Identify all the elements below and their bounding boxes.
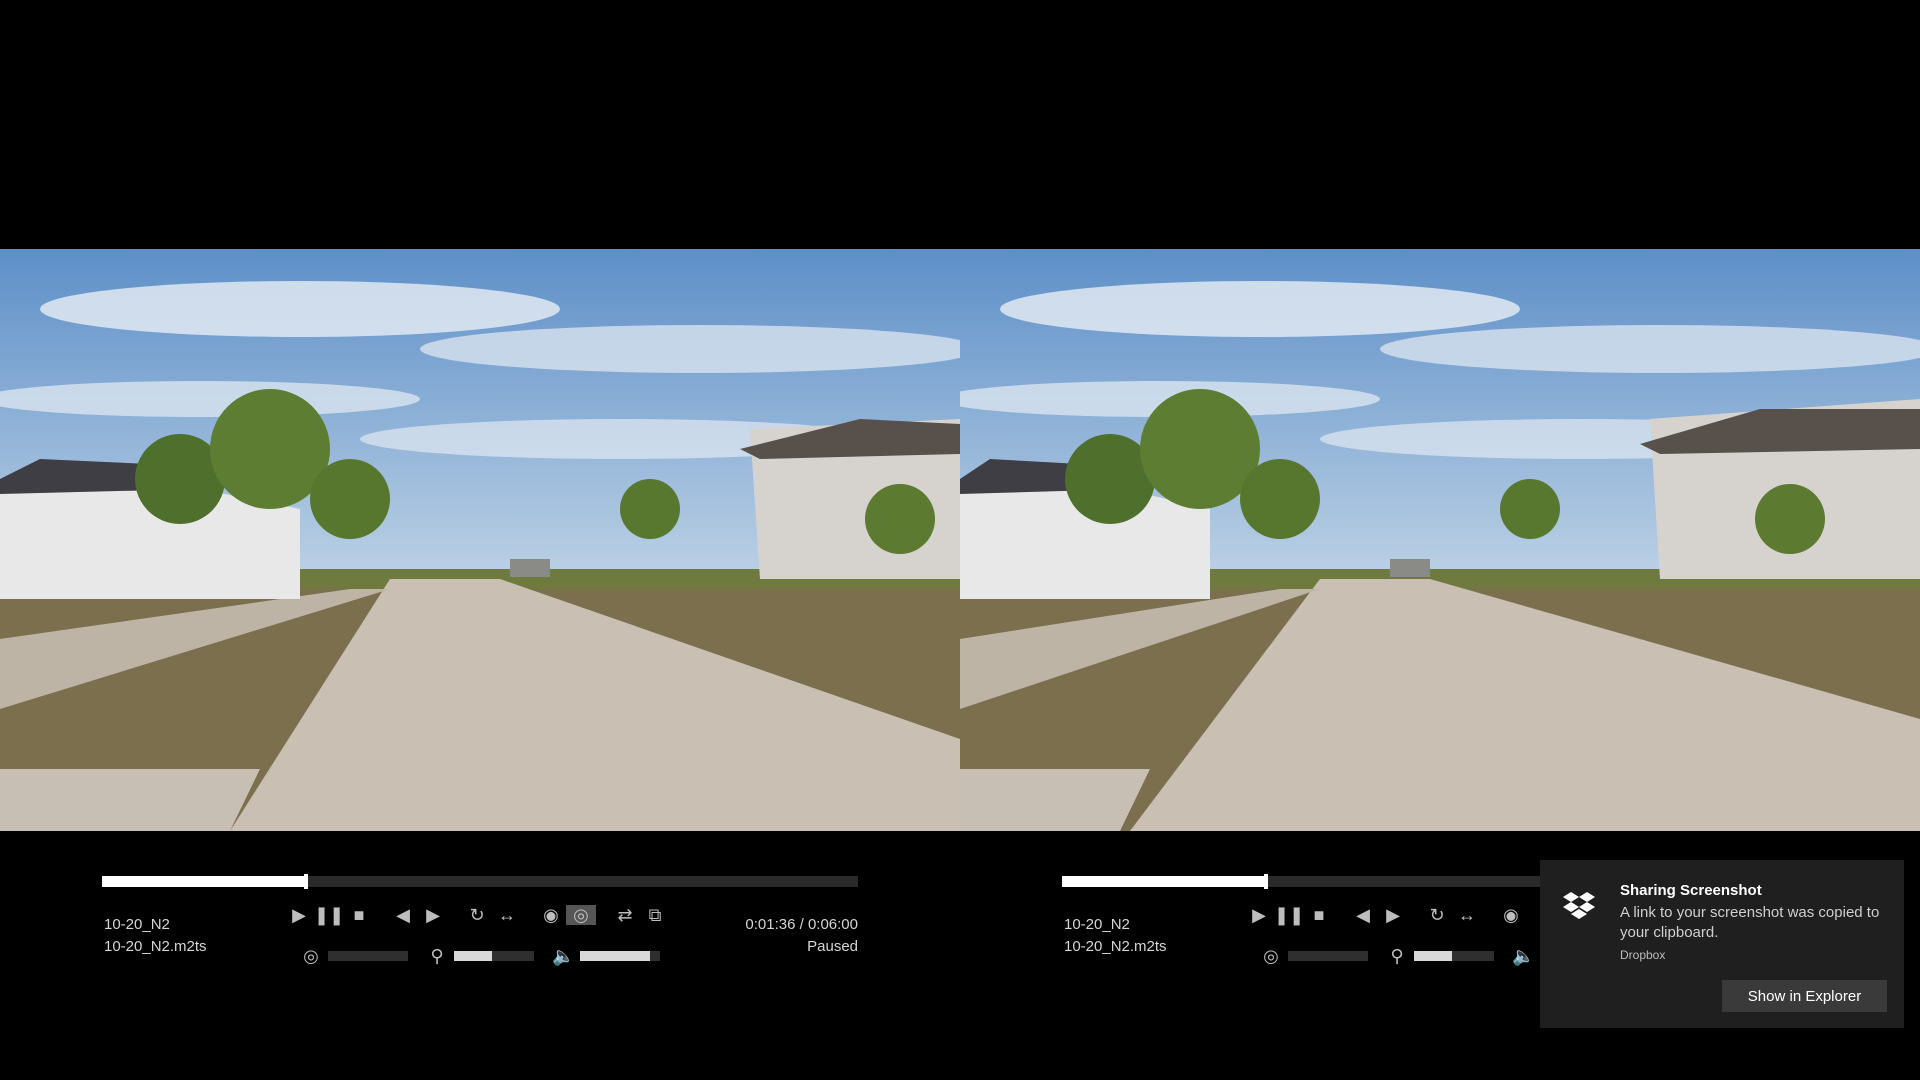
seek-thumb[interactable] <box>304 874 309 889</box>
previous-icon[interactable]: ◀ <box>1348 905 1378 925</box>
fullscreen-icon[interactable]: ⧉ <box>640 905 670 925</box>
parallax-slider[interactable] <box>1288 951 1368 961</box>
file-name: 10-20_N2.m2ts <box>1064 938 1167 955</box>
pause-icon[interactable]: ❚❚ <box>1274 905 1304 925</box>
seek-progress <box>1062 876 1267 887</box>
zoom-slider[interactable] <box>454 951 534 961</box>
show-in-explorer-button[interactable]: Show in Explorer <box>1722 980 1887 1012</box>
parallax-slider[interactable] <box>328 951 408 961</box>
file-title: 10-20_N2 <box>104 916 170 933</box>
seek-progress <box>102 876 307 887</box>
pause-icon[interactable]: ❚❚ <box>314 905 344 925</box>
repeat-icon[interactable]: ↻ <box>462 905 492 925</box>
previous-icon[interactable]: ◀ <box>388 905 418 925</box>
seek-thumb[interactable] <box>1264 874 1269 889</box>
glasses-3d-icon[interactable]: ◎ <box>566 905 596 925</box>
zoom-icon: ⚲ <box>430 946 444 966</box>
volume-slider[interactable] <box>580 951 660 961</box>
notification-source: Dropbox <box>1620 948 1666 962</box>
stop-icon[interactable]: ■ <box>1304 905 1334 925</box>
file-info: 10-20_N2 10-20_N2.m2ts <box>104 914 207 958</box>
playback-info: 0:01:36 / 0:06:00 Paused <box>745 914 858 958</box>
left-eye-view: 10-20_N2 10-20_N2.m2ts 0:01:36 / 0:06:00… <box>0 0 960 1080</box>
notification-toast[interactable]: Sharing Screenshot A link to your screen… <box>1540 860 1904 1028</box>
zoom-slider[interactable] <box>1414 951 1494 961</box>
seek-bar[interactable] <box>102 874 858 889</box>
notification-message: A link to your screenshot was copied to … <box>1620 904 1880 941</box>
file-info: 10-20_N2 10-20_N2.m2ts <box>1064 914 1167 958</box>
video-frame-left[interactable] <box>0 249 960 831</box>
volume-icon: 🔈 <box>552 946 575 966</box>
repeat-icon[interactable]: ↻ <box>1422 905 1452 925</box>
ab-loop-icon[interactable]: ↔ <box>1452 905 1482 925</box>
time-display: 0:01:36 / 0:06:00 <box>745 916 858 933</box>
file-name: 10-20_N2.m2ts <box>104 938 207 955</box>
play-icon[interactable]: ▶ <box>1244 905 1274 925</box>
status-text: Paused <box>807 938 858 955</box>
adjust-sliders: ◎ ⚲ 🔈 <box>300 946 678 966</box>
parallax-icon: ◎ <box>303 946 319 966</box>
view-mode-icon[interactable]: ◉ <box>536 905 566 925</box>
stop-icon[interactable]: ■ <box>344 905 374 925</box>
ab-loop-icon[interactable]: ↔ <box>492 905 522 925</box>
file-title: 10-20_N2 <box>1064 916 1130 933</box>
zoom-icon: ⚲ <box>1390 946 1404 966</box>
next-icon[interactable]: ▶ <box>418 905 448 925</box>
swap-lr-icon[interactable]: ⇄ <box>610 905 640 925</box>
view-mode-icon[interactable]: ◉ <box>1496 905 1526 925</box>
play-icon[interactable]: ▶ <box>284 905 314 925</box>
next-icon[interactable]: ▶ <box>1378 905 1408 925</box>
volume-icon: 🔈 <box>1512 946 1535 966</box>
notification-title: Sharing Screenshot <box>1620 882 1762 899</box>
dropbox-logo-icon <box>1563 892 1595 919</box>
adjust-sliders: ◎ ⚲ 🔈 <box>1260 946 1534 966</box>
parallax-icon: ◎ <box>1263 946 1279 966</box>
video-frame-right[interactable] <box>960 249 1920 831</box>
transport-controls: ▶ ❚❚ ■ ◀ ▶ ↻ ↔ ◉ <box>1244 905 1526 925</box>
transport-controls: ▶ ❚❚ ■ ◀ ▶ ↻ ↔ ◉ ◎ ⇄ ⧉ <box>284 905 670 925</box>
